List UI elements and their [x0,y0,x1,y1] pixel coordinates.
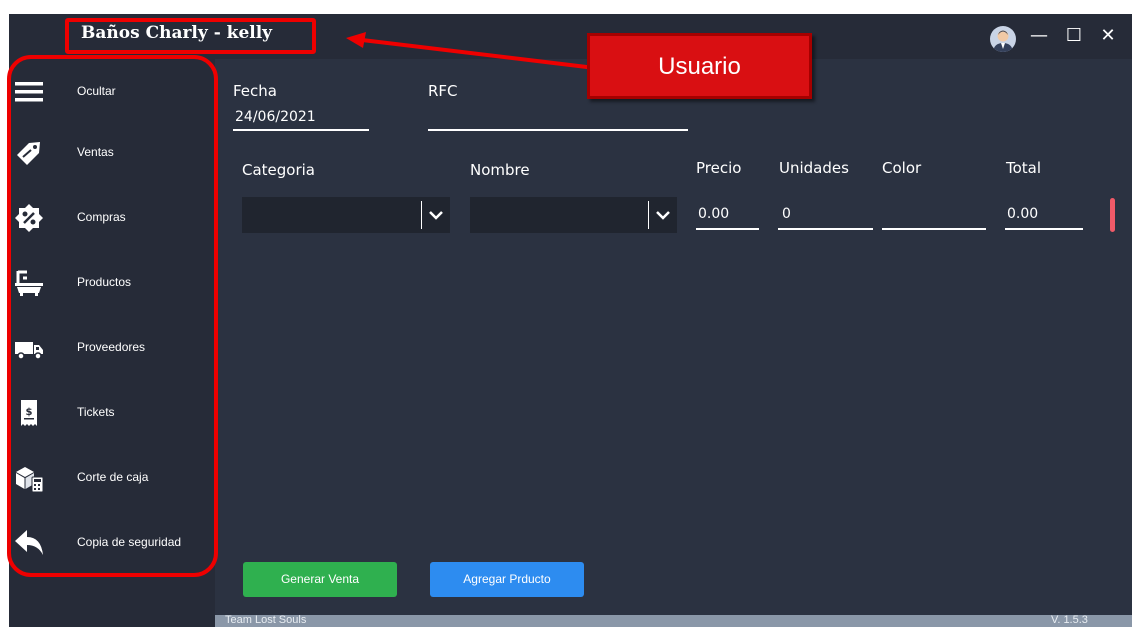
rfc-label: RFC [428,82,458,100]
precio-label: Precio [696,159,742,177]
fecha-underline [233,129,369,131]
nombre-select[interactable] [470,197,677,233]
usuario-callout: Usuario [587,33,812,99]
close-button[interactable]: ✕ [1096,24,1120,48]
unidades-field[interactable]: 0 [782,206,791,222]
total-underline [1005,228,1083,230]
fecha-field[interactable]: 24/06/2021 [235,109,316,125]
categoria-label: Categoria [242,161,316,179]
unidades-label: Unidades [779,159,849,177]
generar-venta-button[interactable]: Generar Venta [243,562,397,597]
status-bar: Team Lost Souls V. 1.5.3 [215,614,1132,627]
color-underline [882,228,986,230]
team-label: Team Lost Souls [225,614,307,626]
rfc-underline [428,129,688,131]
categoria-select[interactable] [242,197,450,233]
precio-field[interactable]: 0.00 [698,206,729,222]
chevron-down-icon [648,201,677,229]
agregar-producto-button[interactable]: Agregar Prducto [430,562,584,597]
version-label: V. 1.5.3 [1051,614,1088,626]
title-highlight-box [65,18,316,54]
callout-label: Usuario [658,53,741,80]
unidades-underline [778,228,873,230]
total-field: 0.00 [1007,206,1039,222]
chevron-down-icon [421,201,450,229]
annotation-arrow-icon [346,32,596,70]
color-label: Color [882,159,922,177]
remove-row-marker[interactable] [1110,198,1115,232]
minimize-button[interactable]: — [1027,24,1051,48]
fecha-label: Fecha [233,82,277,100]
user-avatar-icon[interactable] [990,26,1016,52]
precio-underline [696,228,759,230]
total-label: Total [1006,159,1042,177]
maximize-button[interactable]: ☐ [1062,24,1086,48]
nombre-label: Nombre [470,161,530,179]
sidebar-highlight-box [7,55,218,577]
